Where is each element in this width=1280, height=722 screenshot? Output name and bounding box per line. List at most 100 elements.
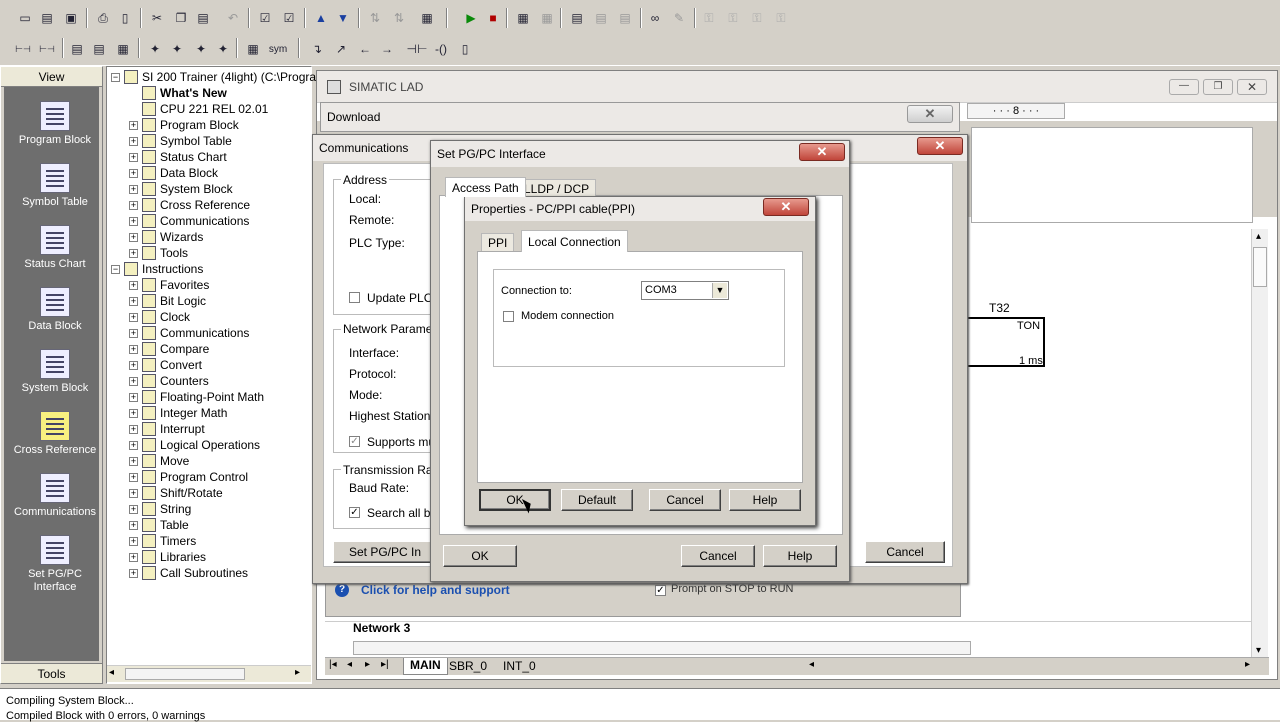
set-pgpc-button[interactable]: Set PG/PC In [333, 541, 437, 563]
tree-item[interactable]: + Favorites [129, 277, 209, 293]
tree-item[interactable]: + System Block [129, 181, 233, 197]
properties-help-button[interactable]: Help [729, 489, 801, 511]
tree-item[interactable]: + Interrupt [129, 421, 205, 437]
tree-item[interactable]: + Call Subroutines [129, 565, 248, 581]
read-forced-icon[interactable]: ⚿ [748, 9, 766, 27]
tree-item[interactable]: + Floating-Point Math [129, 389, 264, 405]
copy-icon[interactable]: ❐ [172, 9, 190, 27]
communications-cancel-button[interactable]: Cancel [865, 541, 945, 563]
unforce-icon[interactable]: ✎ [670, 9, 688, 27]
pgpc-help-button[interactable]: Help [763, 545, 837, 567]
lad-scroll-thumb[interactable] [1253, 247, 1267, 287]
upload-icon[interactable]: ▲ [312, 9, 330, 27]
tab-last-icon[interactable]: ▸| [381, 659, 389, 670]
prompt-stop-checkbox[interactable]: ✓ [655, 585, 666, 596]
nav-header[interactable]: View [1, 67, 102, 87]
connection-select[interactable]: COM3 ▼ [641, 281, 729, 300]
save-icon[interactable]: ▣ [62, 9, 80, 27]
expand-icon[interactable]: + [129, 488, 138, 498]
toggle-poU-icon[interactable]: ▤ [68, 40, 86, 58]
nav-item-set-pgpc[interactable]: Set PG/PC Interface [10, 535, 100, 594]
sort-asc-icon[interactable]: ⇅ [366, 9, 384, 27]
expand-icon[interactable]: + [129, 536, 138, 546]
paste-icon[interactable]: ▤ [194, 9, 212, 27]
expand-icon[interactable]: + [129, 184, 138, 194]
expand-icon[interactable]: + [129, 568, 138, 578]
expand-icon[interactable]: + [129, 408, 138, 418]
tree-item[interactable]: What's New [129, 85, 227, 101]
tab-lldp-dcp[interactable]: LLDP / DCP [517, 179, 597, 197]
expand-icon[interactable]: + [129, 328, 138, 338]
tree-item[interactable]: + Clock [129, 309, 190, 325]
lock-icon[interactable]: ⚿ [700, 9, 718, 27]
dropdown-arrow-icon[interactable]: ▼ [712, 283, 727, 298]
tree-item[interactable]: + Symbol Table [129, 133, 232, 149]
pgpc-close-icon[interactable]: ✕ [799, 143, 845, 161]
update-plc-checkbox[interactable] [349, 292, 360, 303]
symbol-apply-icon[interactable]: ▦ [244, 40, 262, 58]
expand-icon[interactable]: + [129, 376, 138, 386]
print-preview-icon[interactable]: ▯ [116, 9, 134, 27]
expand-icon[interactable]: + [129, 504, 138, 514]
scroll-left-icon[interactable]: ◂ [109, 667, 114, 678]
tree-item[interactable]: + Counters [129, 373, 209, 389]
nav-footer[interactable]: Tools [1, 663, 102, 683]
tab-access-path[interactable]: Access Path [445, 177, 526, 197]
network-3-field[interactable] [353, 641, 971, 655]
nav-item-data-block[interactable]: Data Block [10, 287, 100, 333]
expand-icon[interactable]: + [129, 136, 138, 146]
hscroll-right-icon[interactable]: ▸ [1245, 659, 1250, 670]
unlock-icon[interactable]: ⚿ [724, 9, 742, 27]
nav-item-program-block[interactable]: Program Block [10, 101, 100, 147]
program-status-icon[interactable]: ▦ [514, 9, 532, 27]
open-icon[interactable]: ▤ [38, 9, 56, 27]
expand-icon[interactable]: + [129, 200, 138, 210]
tab-next-icon[interactable]: ▸ [365, 659, 370, 670]
tree-item[interactable]: + Table [129, 517, 189, 533]
tree-item[interactable]: + Timers [129, 533, 196, 549]
expand-icon[interactable]: + [129, 456, 138, 466]
tree-item[interactable]: + Tools [129, 245, 188, 261]
expand-icon[interactable]: + [129, 216, 138, 226]
line-right-icon[interactable]: → [378, 40, 396, 58]
pgpc-cancel-button[interactable]: Cancel [681, 545, 755, 567]
cut-icon[interactable]: ✂ [148, 9, 166, 27]
collapse-icon[interactable]: − [111, 264, 120, 274]
next-bookmark-icon[interactable]: ✦ [168, 40, 186, 58]
tab-local-connection[interactable]: Local Connection [521, 230, 628, 252]
sym-icon[interactable]: sym [266, 40, 290, 58]
nav-item-cross-reference[interactable]: Cross Reference [10, 411, 100, 457]
tree-item[interactable]: + Logical Operations [129, 437, 260, 453]
tree-item[interactable]: + Program Block [129, 117, 239, 133]
communications-close-icon[interactable]: ✕ [917, 137, 963, 155]
maximize-icon[interactable]: ❐ [1203, 79, 1233, 95]
properties-ok-button[interactable]: OK [479, 489, 551, 511]
expand-icon[interactable]: + [129, 248, 138, 258]
expand-icon[interactable]: + [129, 280, 138, 290]
collapse-icon[interactable]: − [111, 72, 120, 82]
expand-icon[interactable]: + [129, 552, 138, 562]
modem-checkbox[interactable] [503, 311, 514, 322]
tree-item[interactable]: + Communications [129, 325, 249, 341]
tree-item[interactable]: + Wizards [129, 229, 203, 245]
properties-close-icon[interactable]: ✕ [763, 198, 809, 216]
scroll-up-icon[interactable]: ▴ [1256, 231, 1261, 242]
tree-root[interactable]: − SI 200 Trainer (4light) (C:\Program [111, 69, 326, 85]
tab-main[interactable]: MAIN [403, 658, 448, 675]
nav-item-system-block[interactable]: System Block [10, 349, 100, 395]
tree-item[interactable]: + Program Control [129, 469, 248, 485]
help-link[interactable]: Click for help and support [361, 583, 510, 597]
minimize-icon[interactable]: — [1169, 79, 1199, 95]
coil-icon[interactable]: -() [432, 40, 450, 58]
tree-item[interactable]: − Instructions [111, 261, 203, 277]
tab-prev-icon[interactable]: ◂ [347, 659, 352, 670]
tree-item[interactable]: + Cross Reference [129, 197, 250, 213]
compile-icon[interactable]: ☑ [256, 9, 274, 27]
expand-icon[interactable]: + [129, 168, 138, 178]
tree-item[interactable]: + Bit Logic [129, 293, 206, 309]
trend-icon[interactable]: ⚿ [772, 9, 790, 27]
download-icon[interactable]: ▼ [334, 9, 352, 27]
line-up-icon[interactable]: ↗ [332, 40, 350, 58]
insert-network-icon[interactable]: ⊢⊣ [12, 40, 34, 58]
tab-ppi[interactable]: PPI [481, 233, 515, 251]
